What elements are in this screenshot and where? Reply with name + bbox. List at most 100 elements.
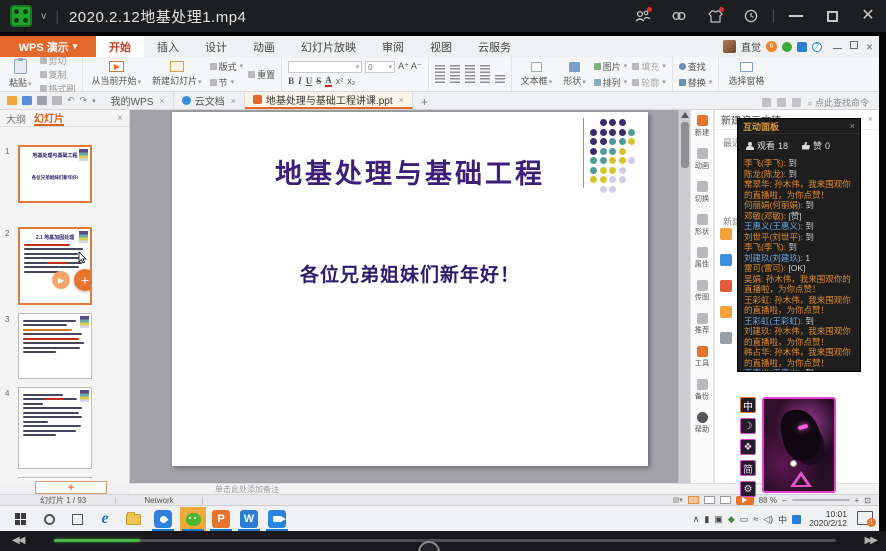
sync-icon[interactable] bbox=[777, 98, 787, 107]
cut-button[interactable]: 剪切 bbox=[39, 54, 76, 67]
user-avatar[interactable] bbox=[722, 40, 736, 53]
reading-view-button[interactable] bbox=[719, 496, 731, 504]
template-blank-icon[interactable] bbox=[720, 228, 732, 240]
align-center-button[interactable] bbox=[449, 75, 460, 83]
document-tab-2[interactable]: 云文档 × bbox=[174, 92, 245, 109]
menu-tab-6[interactable]: 审阅 bbox=[369, 36, 417, 57]
ime-button-5[interactable]: ⚙ bbox=[740, 481, 756, 497]
slide-canvas[interactable]: 地基处理与基础工程 各位兄弟姐妹们新年好！ bbox=[130, 110, 678, 483]
zoom-in-button[interactable]: + bbox=[855, 496, 860, 505]
tab-outline[interactable]: 大纲 bbox=[6, 111, 26, 126]
tab-close-icon[interactable]: × bbox=[231, 96, 236, 106]
sidebar-tool-属性[interactable]: 属性 bbox=[691, 242, 713, 275]
sidebar-tool-传图[interactable]: 传图 bbox=[691, 275, 713, 308]
zoom-slider-thumb[interactable] bbox=[790, 460, 797, 467]
slide-thumbnail-3[interactable] bbox=[18, 313, 92, 379]
arrange-button[interactable]: 排列 ▾ bbox=[593, 76, 627, 89]
new-document-tab-button[interactable]: + bbox=[413, 95, 436, 109]
thumbnail-play-button[interactable]: ▶ bbox=[52, 271, 70, 289]
section-button[interactable]: 节 ▾ bbox=[209, 76, 244, 89]
template-category-icon[interactable] bbox=[720, 306, 732, 318]
zoom-slider[interactable] bbox=[791, 499, 850, 501]
taskbar-task-view-icon[interactable] bbox=[64, 507, 90, 531]
italic-button[interactable]: I bbox=[298, 76, 302, 86]
current-slide[interactable]: 地基处理与基础工程 各位兄弟姐妹们新年好！ bbox=[172, 112, 648, 466]
scroll-up-icon[interactable] bbox=[681, 112, 689, 118]
strikethrough-button[interactable]: S bbox=[316, 76, 321, 86]
taskbar-wps-writer-icon[interactable]: W bbox=[236, 507, 262, 531]
font-family-select[interactable]: ▾ bbox=[288, 61, 363, 73]
preview-icon[interactable] bbox=[52, 96, 62, 105]
menu-tab-5[interactable]: 幻灯片放映 bbox=[288, 36, 369, 57]
taskbar-wechat-icon[interactable] bbox=[180, 507, 206, 531]
menu-tab-2[interactable]: 插入 bbox=[144, 36, 192, 57]
taskbar-search-icon[interactable] bbox=[36, 507, 62, 531]
bold-button[interactable]: B bbox=[288, 76, 294, 86]
menu-tab-1[interactable]: 开始 bbox=[96, 36, 144, 57]
underline-button[interactable]: U bbox=[306, 76, 313, 86]
ime-button-2[interactable]: ☽ bbox=[740, 418, 756, 434]
skin-icon[interactable] bbox=[697, 0, 733, 32]
line-spacing-button[interactable] bbox=[494, 75, 505, 83]
play-button[interactable] bbox=[418, 541, 440, 551]
template-online-icon[interactable] bbox=[720, 254, 732, 266]
reset-button[interactable]: 重置 bbox=[248, 68, 275, 81]
play-from-current-button[interactable]: 从当前开始▾ bbox=[89, 57, 145, 91]
layout-switch-icon[interactable] bbox=[762, 98, 772, 107]
subscript-button[interactable]: x₂ bbox=[347, 76, 355, 86]
new-slide-button[interactable]: 新建幻灯片▾ bbox=[149, 57, 205, 91]
sidebar-tool-动画[interactable]: 动画 bbox=[691, 143, 713, 176]
find-command-box[interactable]: ⌕ 点此查找命令 bbox=[807, 96, 869, 109]
sidebar-tool-新建[interactable]: 新建 bbox=[691, 110, 713, 143]
maximize-button[interactable] bbox=[814, 0, 850, 32]
wps-restore-button[interactable] bbox=[849, 41, 858, 52]
sidebar-tool-备份[interactable]: 备份 bbox=[691, 374, 713, 407]
justify-button[interactable] bbox=[479, 75, 490, 83]
ime-button-1[interactable]: 中 bbox=[740, 397, 756, 413]
layout-button[interactable]: 版式 ▾ bbox=[209, 60, 243, 73]
close-button[interactable]: ✕ bbox=[850, 0, 886, 32]
quick-access-chevron-icon[interactable]: ▾ bbox=[92, 97, 96, 105]
panel-close-icon[interactable]: × bbox=[117, 113, 123, 124]
fill-button[interactable]: 填充 ▾ bbox=[632, 60, 666, 73]
taskbar-recorder-icon[interactable] bbox=[264, 507, 290, 531]
document-tab-3[interactable]: 地基处理与基础工程讲课.ppt × bbox=[244, 92, 413, 109]
save-icon[interactable] bbox=[22, 96, 32, 105]
docer-icon[interactable] bbox=[781, 41, 792, 52]
tab-close-icon[interactable]: × bbox=[399, 95, 404, 105]
slide-thumbnail-2[interactable]: 2.1 地基加固处理 ▶ + bbox=[18, 227, 92, 305]
menu-tab-7[interactable]: 视图 bbox=[417, 36, 465, 57]
canvas-scrollbar[interactable] bbox=[678, 110, 690, 483]
align-right-button[interactable] bbox=[464, 75, 475, 83]
paste-button[interactable]: 粘贴▾ bbox=[6, 57, 35, 91]
slide-thumbnail-4[interactable] bbox=[18, 387, 92, 469]
bullet-list-button[interactable] bbox=[434, 65, 445, 73]
zoom-out-button[interactable]: − bbox=[782, 496, 787, 505]
link-icon[interactable] bbox=[661, 0, 697, 32]
tray-clock[interactable]: 10:01 2020/2/12 bbox=[809, 510, 847, 528]
tab-slides[interactable]: 幻灯片 bbox=[34, 110, 64, 126]
clock-icon[interactable] bbox=[733, 0, 769, 32]
tab-close-icon[interactable]: × bbox=[159, 96, 164, 106]
sidebar-tool-形状[interactable]: 形状 bbox=[691, 209, 713, 242]
find-button[interactable]: 查找 bbox=[678, 60, 713, 73]
thumbnail-add-button[interactable]: + bbox=[74, 269, 90, 291]
network-icon[interactable]: ≈ bbox=[753, 514, 758, 524]
slide-sorter-button[interactable] bbox=[703, 496, 715, 504]
player-menu-chevron-icon[interactable]: ∨ bbox=[40, 11, 47, 22]
font-size-select[interactable]: 0 ▾ bbox=[365, 61, 396, 73]
ime-language-icon[interactable]: 中 bbox=[778, 513, 787, 526]
picture-button[interactable]: 图片 ▾ bbox=[593, 60, 627, 73]
taskbar-start-icon[interactable] bbox=[8, 507, 34, 531]
menu-tab-4[interactable]: 动画 bbox=[240, 36, 288, 57]
add-slide-button[interactable]: + bbox=[35, 481, 107, 494]
display-icon[interactable]: ▭ bbox=[740, 514, 749, 525]
align-left-button[interactable] bbox=[434, 75, 445, 83]
document-tab-1[interactable]: 我的WPS × bbox=[0, 92, 174, 137]
battery-icon[interactable]: ▮ bbox=[704, 514, 709, 525]
interaction-panel-close-icon[interactable]: × bbox=[850, 121, 855, 131]
sidebar-tool-帮助[interactable]: 帮助 bbox=[691, 407, 713, 440]
replace-button[interactable]: 替换 ▾ bbox=[678, 76, 712, 89]
tray-expand-icon[interactable]: ∧ bbox=[693, 514, 700, 525]
template-recommend-icon[interactable] bbox=[720, 280, 732, 292]
